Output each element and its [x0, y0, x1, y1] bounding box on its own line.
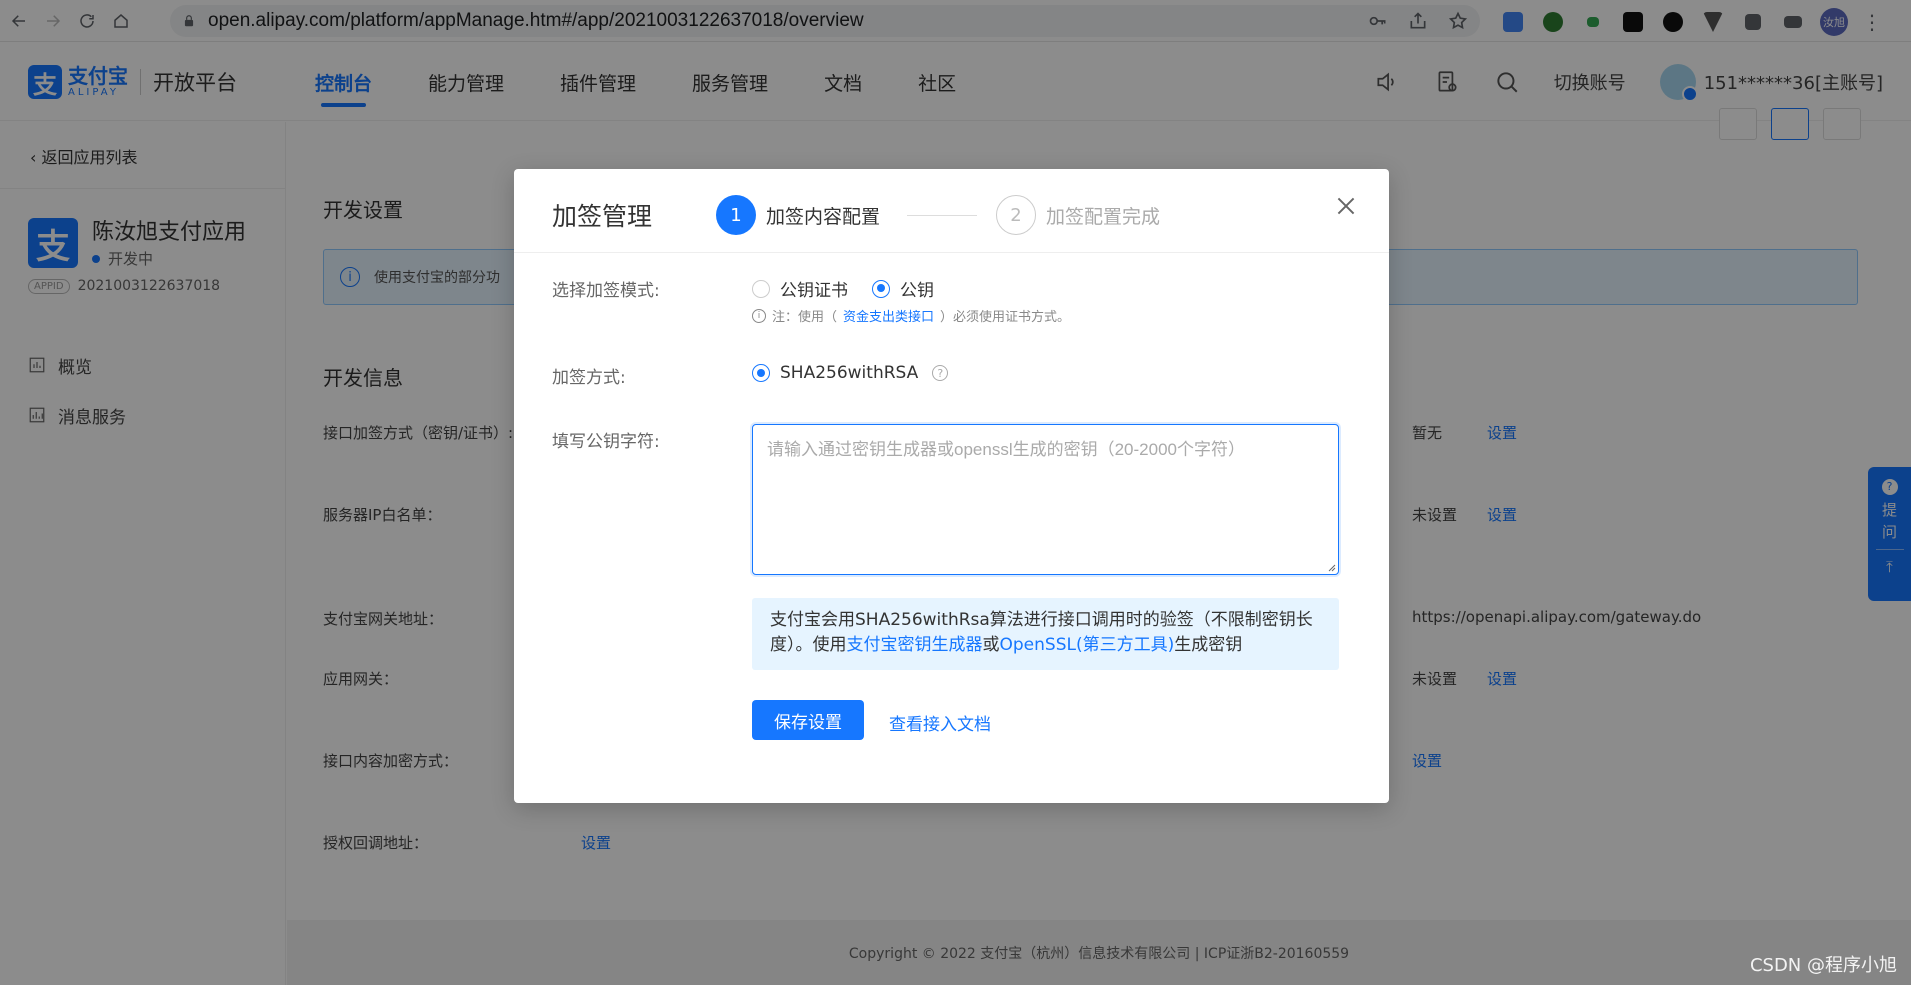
- radio-circle-selected: [752, 364, 770, 382]
- radio-circle: [752, 279, 770, 298]
- note-suffix: ）必须使用证书方式。: [940, 310, 1071, 325]
- method-label: 加签方式:: [552, 368, 626, 388]
- step-2: 2 加签配置完成: [996, 195, 1160, 235]
- mode-label: 选择加签模式:: [552, 281, 660, 301]
- step-1-label: 加签内容配置: [766, 205, 881, 228]
- tip-box: 支付宝会用SHA256withRsa算法进行接口调用时的验签（不限制密钥长度）。…: [752, 598, 1339, 670]
- openssl-link[interactable]: OpenSSL(第三方工具): [1000, 635, 1175, 655]
- public-key-input[interactable]: [752, 424, 1339, 575]
- mode-note: i 注：使用（ 资金支出类接口 ）必须使用证书方式。: [752, 306, 1070, 325]
- close-icon[interactable]: [1333, 193, 1359, 219]
- info-icon: i: [752, 308, 766, 323]
- watermark: CSDN @程序小旭: [1749, 955, 1897, 976]
- radio-label: SHA256withRSA: [780, 363, 919, 383]
- step-1-number: 1: [716, 195, 756, 235]
- key-generator-link[interactable]: 支付宝密钥生成器: [847, 635, 983, 655]
- radio-circle-selected: [872, 279, 890, 298]
- pubkey-label: 填写公钥字符:: [552, 432, 660, 452]
- help-icon[interactable]: ?: [932, 365, 949, 381]
- tip-suffix: 生成密钥: [1174, 635, 1243, 655]
- radio-sha256[interactable]: SHA256withRSA ?: [752, 363, 949, 383]
- save-settings-button[interactable]: 保存设置: [752, 700, 864, 740]
- step-connector: [907, 215, 977, 216]
- modal-title: 加签管理: [552, 202, 653, 231]
- radio-label: 公钥证书: [780, 281, 848, 301]
- step-2-label: 加签配置完成: [1046, 205, 1161, 228]
- fund-api-link[interactable]: 资金支出类接口: [843, 306, 934, 325]
- view-docs-link[interactable]: 查看接入文档: [889, 710, 991, 735]
- note-prefix: 注：使用（: [772, 310, 838, 325]
- radio-public-key[interactable]: 公钥: [872, 276, 934, 301]
- resize-handle-icon[interactable]: [1328, 564, 1336, 572]
- sign-management-modal: 加签管理 1 加签内容配置 2 加签配置完成 选择加签模式: 公钥证书 公钥 i…: [514, 169, 1389, 803]
- radio-public-key-cert[interactable]: 公钥证书: [752, 276, 848, 301]
- radio-label: 公钥: [900, 281, 934, 301]
- step-2-number: 2: [996, 195, 1036, 235]
- modal-header: 加签管理 1 加签内容配置 2 加签配置完成: [514, 169, 1389, 253]
- step-1: 1 加签内容配置: [716, 195, 880, 235]
- tip-or: 或: [982, 635, 1000, 655]
